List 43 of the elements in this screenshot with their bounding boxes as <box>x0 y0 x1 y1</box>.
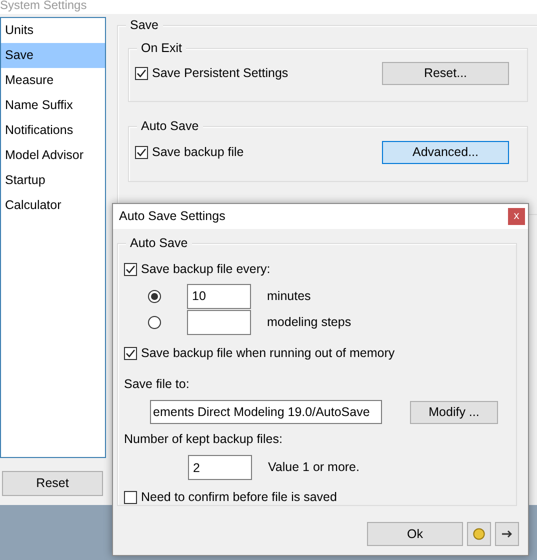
modify-button[interactable]: Modify ... <box>410 400 498 424</box>
path-field[interactable]: ements Direct Modeling 19.0/AutoSave <box>150 400 382 424</box>
sidebar-item[interactable]: Units <box>1 18 105 43</box>
group-title: Auto Save <box>137 119 203 133</box>
hint-text: Value 1 or more. <box>268 459 360 476</box>
unit-label: minutes <box>267 288 311 305</box>
checkbox-label: Need to confirm before file is saved <box>141 489 337 506</box>
sidebar-item[interactable]: Save <box>1 43 105 68</box>
sidebar-item[interactable]: Measure <box>1 68 105 93</box>
checkbox[interactable] <box>124 262 137 276</box>
group-title: Auto Save <box>126 236 192 250</box>
group-title: Save <box>126 18 162 32</box>
sidebar-item[interactable]: Notifications <box>1 118 105 143</box>
close-button[interactable]: x <box>508 208 525 225</box>
field-label: Save file to: <box>124 376 190 392</box>
checkbox-label: Save backup file every: <box>141 261 270 278</box>
dialog-button[interactable]: Advanced... <box>382 140 509 164</box>
group-title: On Exit <box>137 41 186 55</box>
sidebar-item[interactable]: Name Suffix <box>1 93 105 118</box>
checkbox-label: Save backup file <box>152 144 244 161</box>
window-title: System Settings <box>0 0 537 14</box>
sidebar-item[interactable]: Calculator <box>1 193 105 218</box>
sidebar-item[interactable]: Startup <box>1 168 105 193</box>
checkbox-label: Save backup file when running out of memory <box>141 344 395 362</box>
checkbox[interactable] <box>124 346 137 360</box>
checkbox[interactable] <box>135 66 148 80</box>
arrow-icon <box>501 529 513 539</box>
unit-label: modeling steps <box>267 314 352 331</box>
number-field[interactable]: 2 <box>188 455 252 480</box>
reset-button[interactable]: Reset <box>2 471 103 496</box>
dialog-button[interactable]: Reset... <box>382 62 509 84</box>
radio-button[interactable] <box>148 316 161 329</box>
sidebar-item[interactable]: Model Advisor <box>1 143 105 168</box>
radio-button[interactable] <box>148 290 161 303</box>
number-field[interactable]: 10 <box>187 284 251 309</box>
arrow-icon-button[interactable] <box>495 522 519 546</box>
dialog-title: Auto Save Settings <box>119 208 226 226</box>
checkbox[interactable] <box>135 146 148 158</box>
ok-button[interactable]: Ok <box>367 522 463 546</box>
field-label: Number of kept backup files: <box>124 431 284 448</box>
checkbox-label: Save Persistent Settings <box>152 64 288 82</box>
number-field[interactable] <box>187 310 251 335</box>
checkbox[interactable] <box>124 490 137 504</box>
